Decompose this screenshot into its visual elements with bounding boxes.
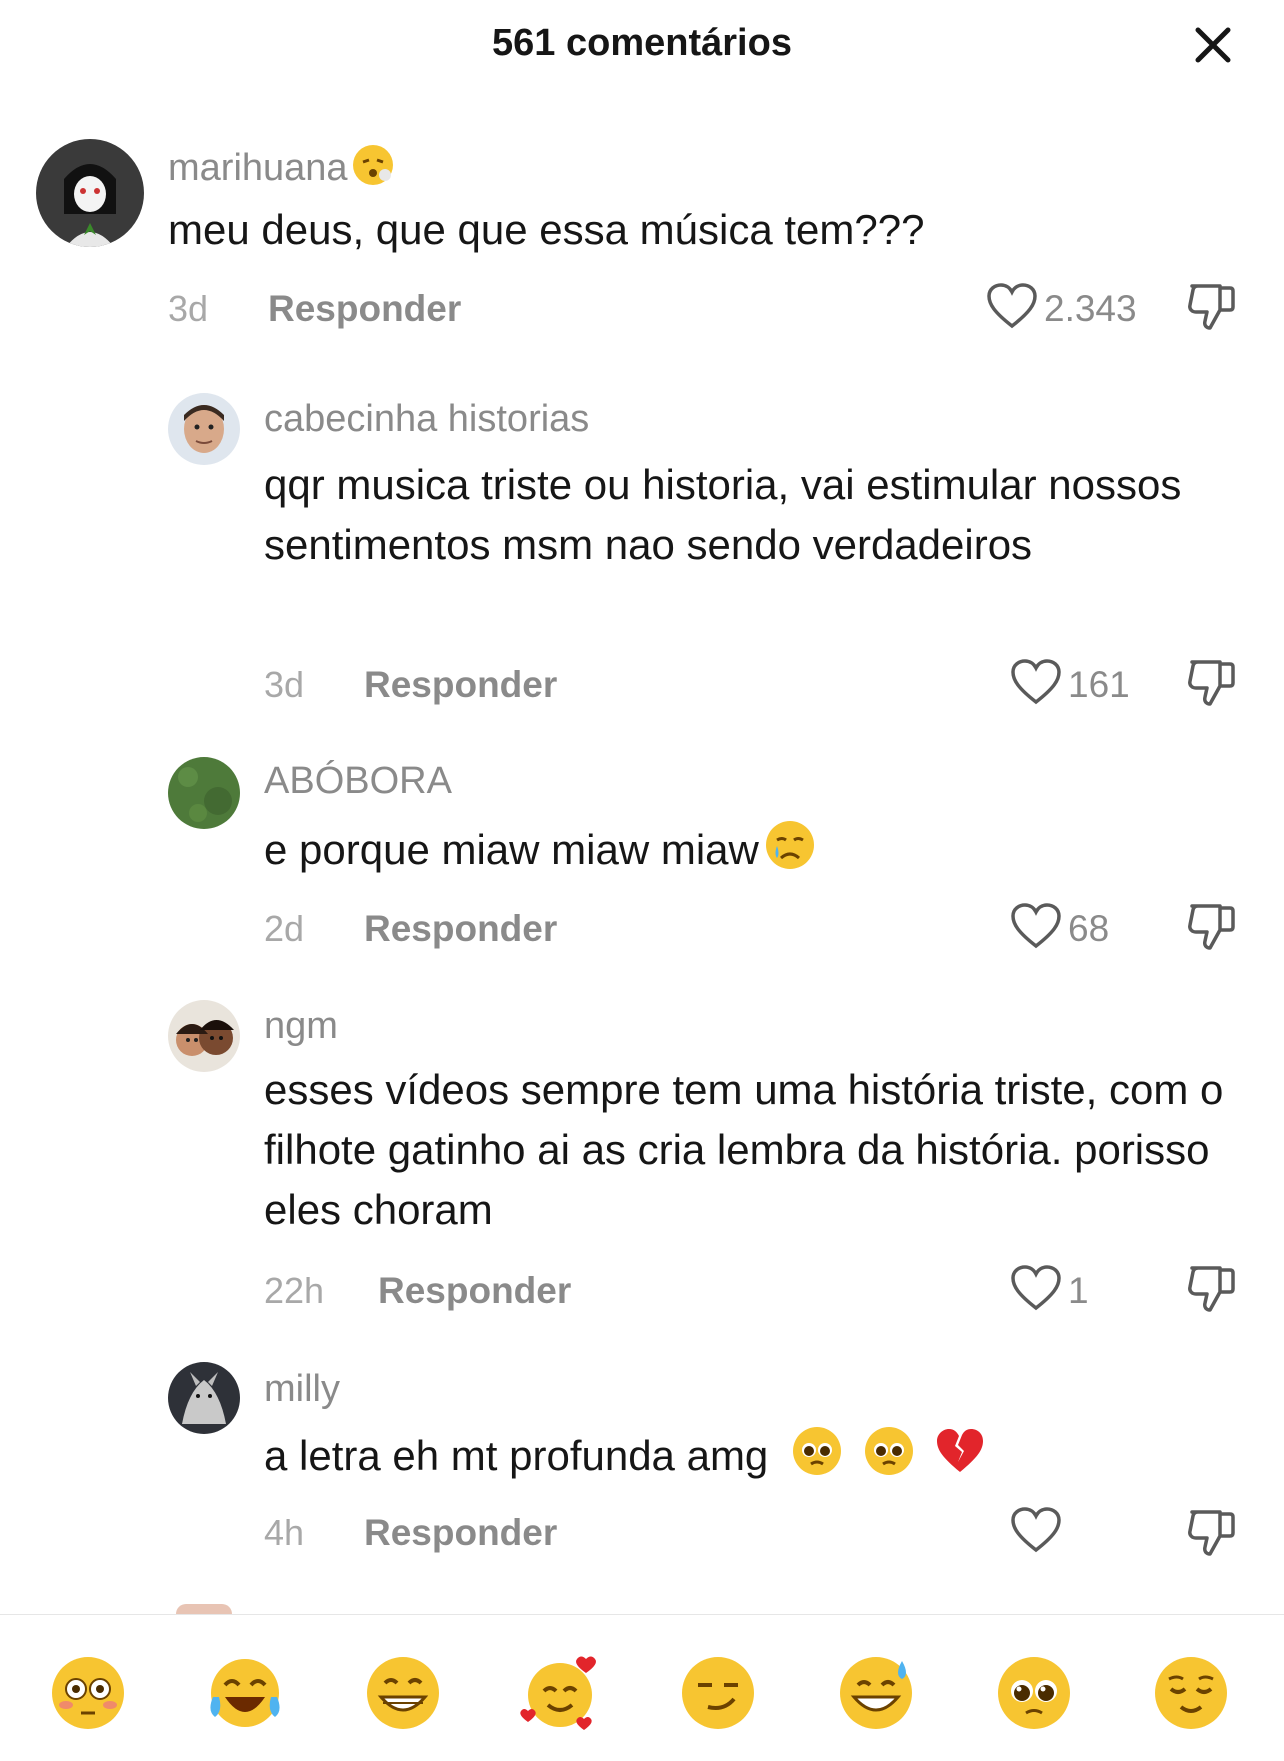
heart-icon <box>986 282 1038 335</box>
like-button[interactable]: 1 <box>1010 1264 1089 1317</box>
heart-icon <box>1010 1506 1062 1559</box>
like-button[interactable] <box>1010 1506 1062 1559</box>
close-icon[interactable] <box>1190 22 1236 68</box>
avatar[interactable] <box>36 139 144 247</box>
comment-timestamp: 2d <box>264 908 305 949</box>
emoji-quick-bar <box>0 1615 1284 1761</box>
comments-count-title: 561 comentários <box>492 22 792 64</box>
grinning-face-emoji-icon[interactable] <box>363 1653 443 1733</box>
smirking-face-emoji-icon[interactable] <box>678 1653 758 1733</box>
comment-timestamp: 4h <box>264 1512 305 1553</box>
heart-icon <box>1010 1264 1062 1317</box>
comment-text: e porque miaw miaw miaw <box>264 826 759 874</box>
avatar[interactable] <box>168 1362 240 1434</box>
reply-button[interactable]: Responder <box>364 1512 557 1554</box>
comment-username: marihuana <box>168 147 348 190</box>
dizzy-face-emoji-icon <box>350 142 396 198</box>
reply-button[interactable]: Responder <box>364 664 557 706</box>
dislike-icon[interactable] <box>1184 280 1240 339</box>
like-count: 68 <box>1068 907 1110 949</box>
reply-button[interactable]: Responder <box>268 288 461 330</box>
avatar[interactable] <box>168 757 240 829</box>
dislike-icon[interactable] <box>1184 1506 1240 1565</box>
avatar[interactable] <box>168 1000 240 1072</box>
tears-of-joy-emoji-icon[interactable] <box>205 1653 285 1733</box>
comment-text: esses vídeos sempre tem uma história tri… <box>264 1066 1224 1233</box>
like-button[interactable]: 2.343 <box>986 282 1137 335</box>
comment-username: cabecinha historias <box>264 398 590 440</box>
broken-heart-emoji-icon <box>933 1424 987 1494</box>
dislike-icon[interactable] <box>1184 656 1240 715</box>
avatar[interactable] <box>168 393 240 465</box>
pleading-face-emoji-icon <box>862 1424 916 1494</box>
reply-button[interactable]: Responder <box>364 908 557 950</box>
dislike-icon[interactable] <box>1184 1262 1240 1321</box>
comment-username: ABÓBORA <box>264 760 452 802</box>
comment-text: meu deus, que que essa música tem??? <box>168 206 925 253</box>
grinning-sweat-emoji-icon[interactable] <box>836 1653 916 1733</box>
smiling-face-with-hearts-emoji-icon[interactable] <box>520 1653 600 1733</box>
flushed-face-emoji-icon[interactable] <box>48 1653 128 1733</box>
like-count: 2.343 <box>1044 287 1137 329</box>
comment-text: qqr musica triste ou historia, vai estim… <box>264 461 1182 568</box>
comments-header: 561 comentários <box>0 0 1284 90</box>
crying-face-emoji-icon <box>763 818 817 888</box>
comment-username: ngm <box>264 1005 338 1047</box>
reply-button[interactable]: Responder <box>378 1270 571 1312</box>
like-count: 1 <box>1068 1269 1089 1311</box>
like-count: 161 <box>1068 663 1130 705</box>
heart-icon <box>1010 902 1062 955</box>
comment-timestamp: 3d <box>168 288 209 329</box>
comment-timestamp: 22h <box>264 1270 325 1311</box>
pleading-face-emoji-icon[interactable] <box>994 1653 1074 1733</box>
pleading-face-emoji-icon <box>790 1424 844 1494</box>
avatar[interactable] <box>176 1604 232 1614</box>
comment-username: milly <box>264 1368 340 1410</box>
like-button[interactable]: 161 <box>1010 658 1130 711</box>
comment-timestamp: 3d <box>264 664 305 705</box>
comment-text: a letra eh mt profunda amg <box>264 1432 769 1480</box>
dislike-icon[interactable] <box>1184 900 1240 959</box>
relieved-face-emoji-icon[interactable] <box>1151 1653 1231 1733</box>
like-button[interactable]: 68 <box>1010 902 1109 955</box>
heart-icon <box>1010 658 1062 711</box>
